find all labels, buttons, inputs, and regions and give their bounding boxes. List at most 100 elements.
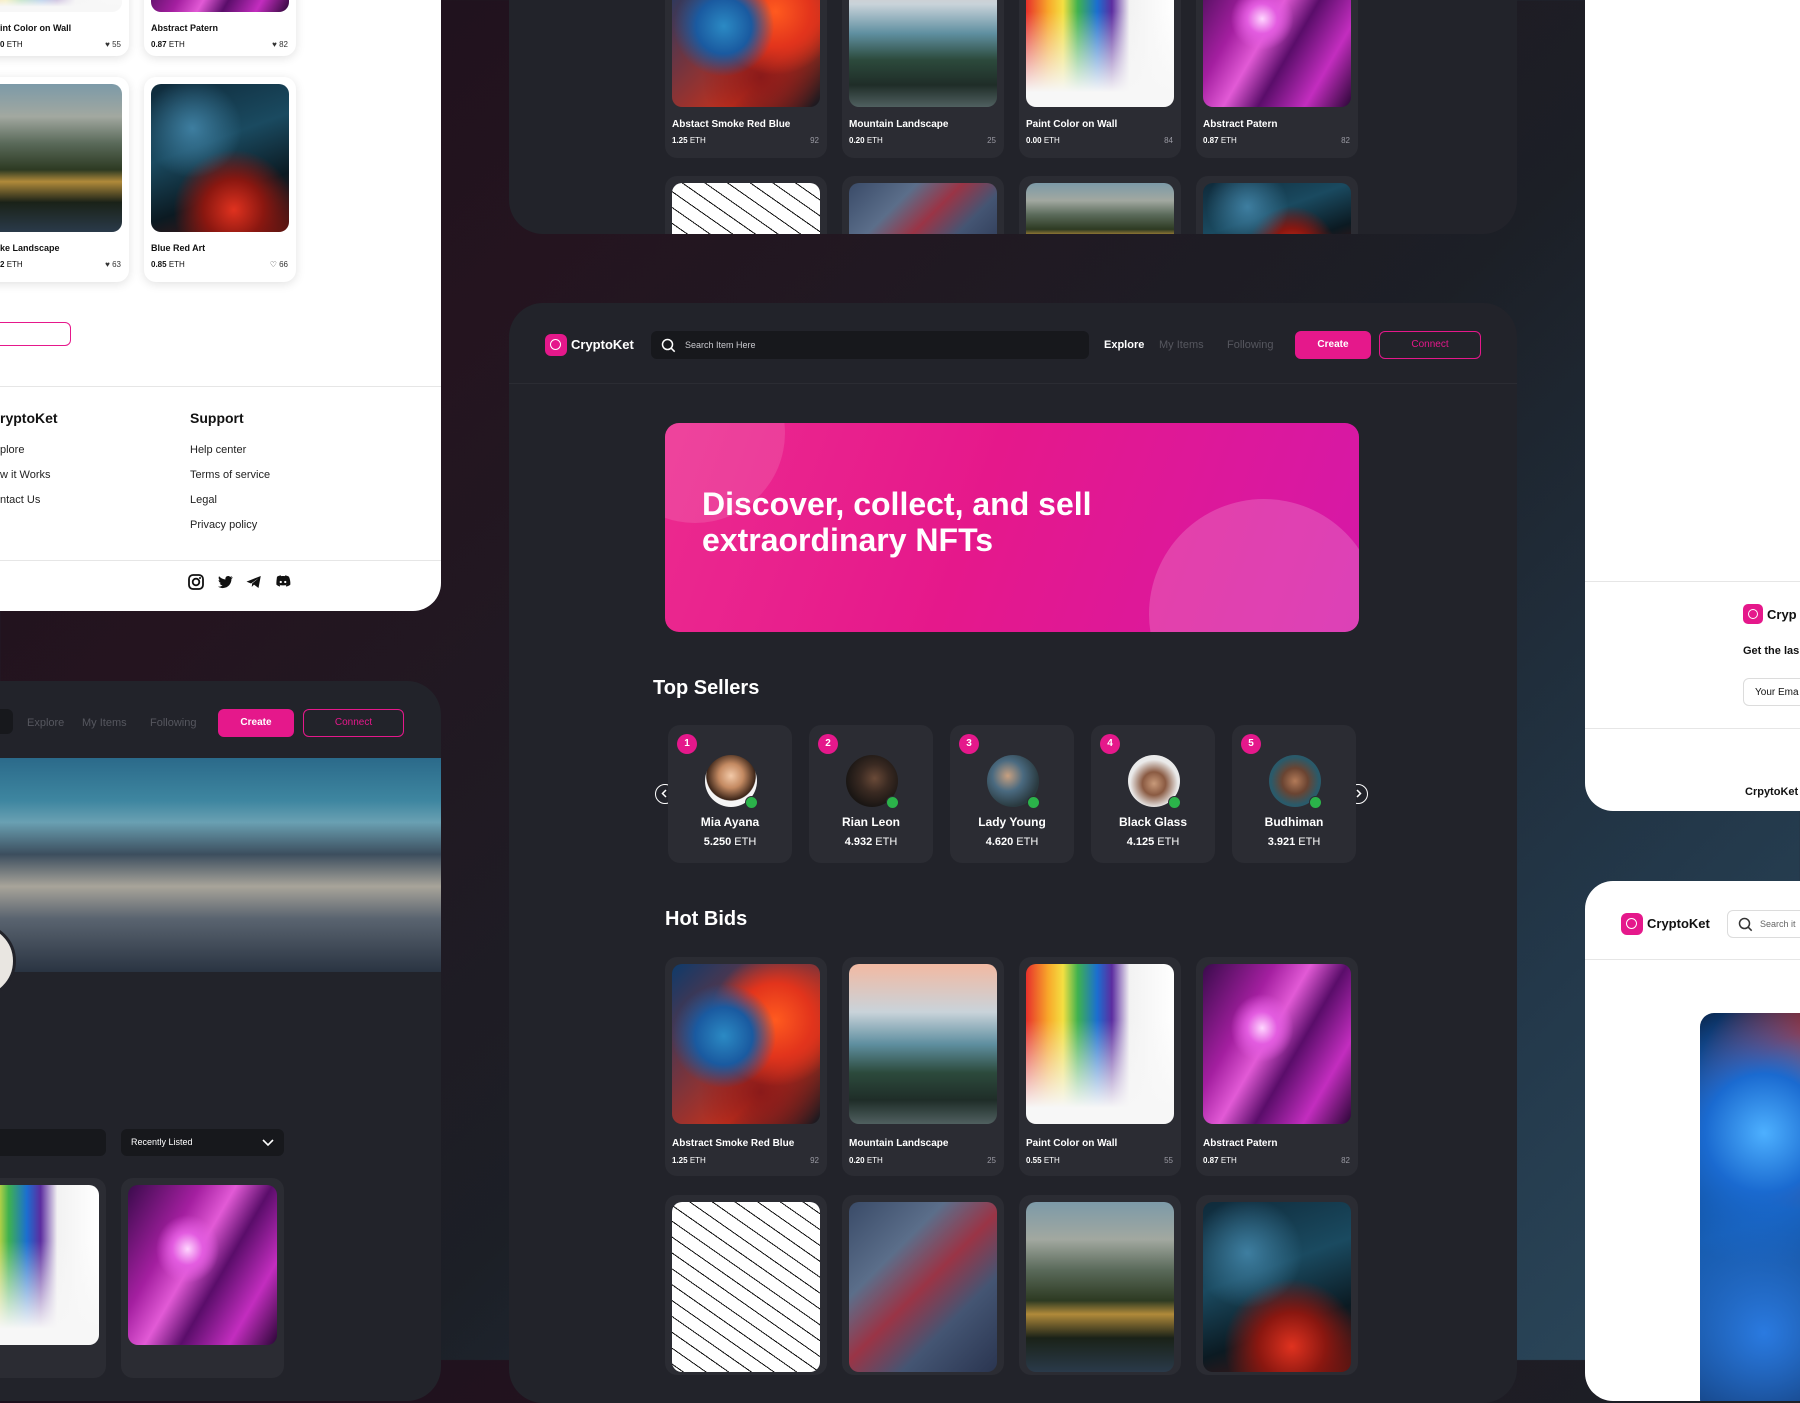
nft-card[interactable]: Abstract Patern 0.87 ETH 82	[1196, 0, 1358, 158]
nft-card[interactable]: Mountain Landscape 0.20 ETH 25	[842, 957, 1004, 1176]
nft-card[interactable]	[665, 1195, 827, 1375]
nft-card[interactable]	[665, 176, 827, 234]
footer-link[interactable]: plore	[0, 444, 24, 456]
email-placeholder: Your Ema	[1755, 687, 1799, 698]
search-input[interactable]: Search Item Here	[651, 331, 1089, 359]
nft-likes: 84	[1164, 136, 1173, 145]
right-bottom-panel: CryptoKet Search it	[1585, 881, 1800, 1401]
nft-image	[128, 1185, 277, 1345]
instagram-icon[interactable]	[187, 573, 205, 591]
seller-name: Mia Ayana	[700, 815, 760, 829]
nav-following[interactable]: Following	[1227, 339, 1273, 351]
nft-price: 0 ETH	[0, 40, 23, 49]
seller-card[interactable]: 2 Rian Leon 4.932 ETH	[809, 725, 933, 863]
nft-card[interactable]	[121, 1178, 284, 1378]
nft-name: Abstract Patern	[151, 23, 219, 33]
nav-my-items[interactable]: My Items	[1159, 339, 1204, 351]
newsletter-email-input[interactable]: Your Ema	[1743, 678, 1800, 706]
search-input[interactable]	[0, 709, 13, 734]
nft-likes: 92	[810, 1156, 819, 1165]
nft-card[interactable]: ke Landscape 2 ETH ♥ 63	[0, 77, 129, 282]
seller-amount: 3.921 ETH	[1267, 836, 1321, 848]
connect-button[interactable]: Connect	[1379, 331, 1481, 359]
nft-card[interactable]: Abstract Patern 0.87 ETH 82	[1196, 957, 1358, 1176]
nft-card[interactable]: Blue Red Art 0.85 ETH ♡ 66	[144, 77, 296, 282]
search-placeholder: Search it	[1760, 919, 1796, 929]
nft-card[interactable]: Abstract Patern 0.87 ETH ♥ 82	[144, 0, 296, 56]
search-input[interactable]: Search it	[1727, 910, 1800, 938]
brand-logo[interactable]	[545, 334, 567, 356]
brand-name[interactable]: CryptoKet	[571, 337, 634, 352]
nft-card[interactable]	[0, 1178, 106, 1378]
brand-logo[interactable]	[1743, 604, 1763, 624]
nft-name: Abstract Patern	[1203, 1138, 1278, 1149]
seller-amount: 4.932 ETH	[844, 836, 898, 848]
nft-image	[672, 964, 820, 1124]
nft-likes: 55	[1164, 1156, 1173, 1165]
footer-divider	[1585, 728, 1800, 729]
rank-badge: 5	[1241, 734, 1261, 754]
nft-card[interactable]: Abstact Smoke Red Blue 1.25 ETH 92	[665, 0, 827, 158]
nft-card[interactable]	[1196, 1195, 1358, 1375]
nft-name: Paint Color on Wall	[1026, 1138, 1118, 1149]
nft-image	[151, 84, 289, 232]
brand-name: Cryp	[1767, 607, 1797, 622]
footer-link[interactable]: Terms of service	[190, 469, 270, 481]
brand-logo[interactable]	[1621, 913, 1643, 935]
nft-card[interactable]	[1019, 1195, 1181, 1375]
nft-image	[0, 0, 122, 12]
create-button[interactable]: Create	[218, 709, 294, 737]
nft-card[interactable]: int Color on Wall 0 ETH ♥ 55	[0, 0, 129, 56]
nft-likes: 82	[1341, 136, 1350, 145]
brand-name[interactable]: CryptoKet	[1647, 916, 1710, 931]
footer-divider	[1585, 581, 1800, 582]
nft-image	[672, 0, 820, 107]
nft-price: 0.87 ETH	[1203, 1156, 1237, 1165]
seller-card[interactable]: 5 Budhiman 3.921 ETH	[1232, 725, 1356, 863]
nft-card[interactable]: Paint Color on Wall 0.55 ETH 55	[1019, 957, 1181, 1176]
nft-image	[849, 964, 997, 1124]
nav-explore[interactable]: Explore	[1104, 339, 1144, 351]
seller-card[interactable]: 4 Black Glass 4.125 ETH	[1091, 725, 1215, 863]
connect-button[interactable]: Connect	[303, 709, 404, 737]
seller-card[interactable]: 3 Lady Young 4.620 ETH	[950, 725, 1074, 863]
nft-card[interactable]: Abstract Smoke Red Blue 1.25 ETH 92	[665, 957, 827, 1176]
footer-link[interactable]: Help center	[190, 444, 246, 456]
nft-card[interactable]	[1196, 176, 1358, 234]
footer-divider	[0, 560, 441, 561]
seller-card[interactable]: 1 Mia Ayana 5.250 ETH	[668, 725, 792, 863]
seller-amount: 5.250 ETH	[703, 836, 757, 848]
load-more-button[interactable]	[0, 322, 71, 346]
seller-name: Lady Young	[978, 815, 1046, 829]
nav-explore[interactable]: Explore	[27, 717, 64, 729]
nft-card[interactable]: Mountain Landscape 0.20 ETH 25	[842, 0, 1004, 158]
nft-image	[1026, 964, 1174, 1124]
nft-image	[1203, 964, 1351, 1124]
filter-search-input[interactable]	[0, 1129, 106, 1156]
nft-price: 0.20 ETH	[849, 136, 883, 145]
footer-link[interactable]: Privacy policy	[190, 519, 257, 531]
verified-icon	[1168, 796, 1181, 809]
nft-image	[672, 1202, 820, 1372]
footer-link[interactable]: Legal	[190, 494, 217, 506]
nav-following[interactable]: Following	[150, 717, 196, 729]
footer-link[interactable]: w it Works	[0, 469, 51, 481]
nft-image	[1026, 183, 1174, 234]
create-button[interactable]: Create	[1295, 331, 1371, 359]
discord-icon[interactable]	[274, 573, 292, 591]
sort-dropdown[interactable]: Recently Listed	[121, 1129, 284, 1156]
nft-image	[849, 1202, 997, 1372]
nft-card[interactable]	[842, 1195, 1004, 1375]
nft-card[interactable]	[1019, 176, 1181, 234]
footer-brand: CrpytoKet	[1745, 786, 1799, 798]
twitter-icon[interactable]	[216, 573, 234, 591]
footer-link[interactable]: ntact Us	[0, 494, 40, 506]
nav-my-items[interactable]: My Items	[82, 717, 127, 729]
nft-likes: 25	[987, 136, 996, 145]
nft-card[interactable]: Paint Color on Wall 0.00 ETH 84	[1019, 0, 1181, 158]
nft-image	[849, 0, 997, 107]
nft-image	[1203, 1202, 1351, 1372]
nft-card[interactable]	[842, 176, 1004, 234]
nft-image	[672, 183, 820, 234]
telegram-icon[interactable]	[245, 573, 263, 591]
